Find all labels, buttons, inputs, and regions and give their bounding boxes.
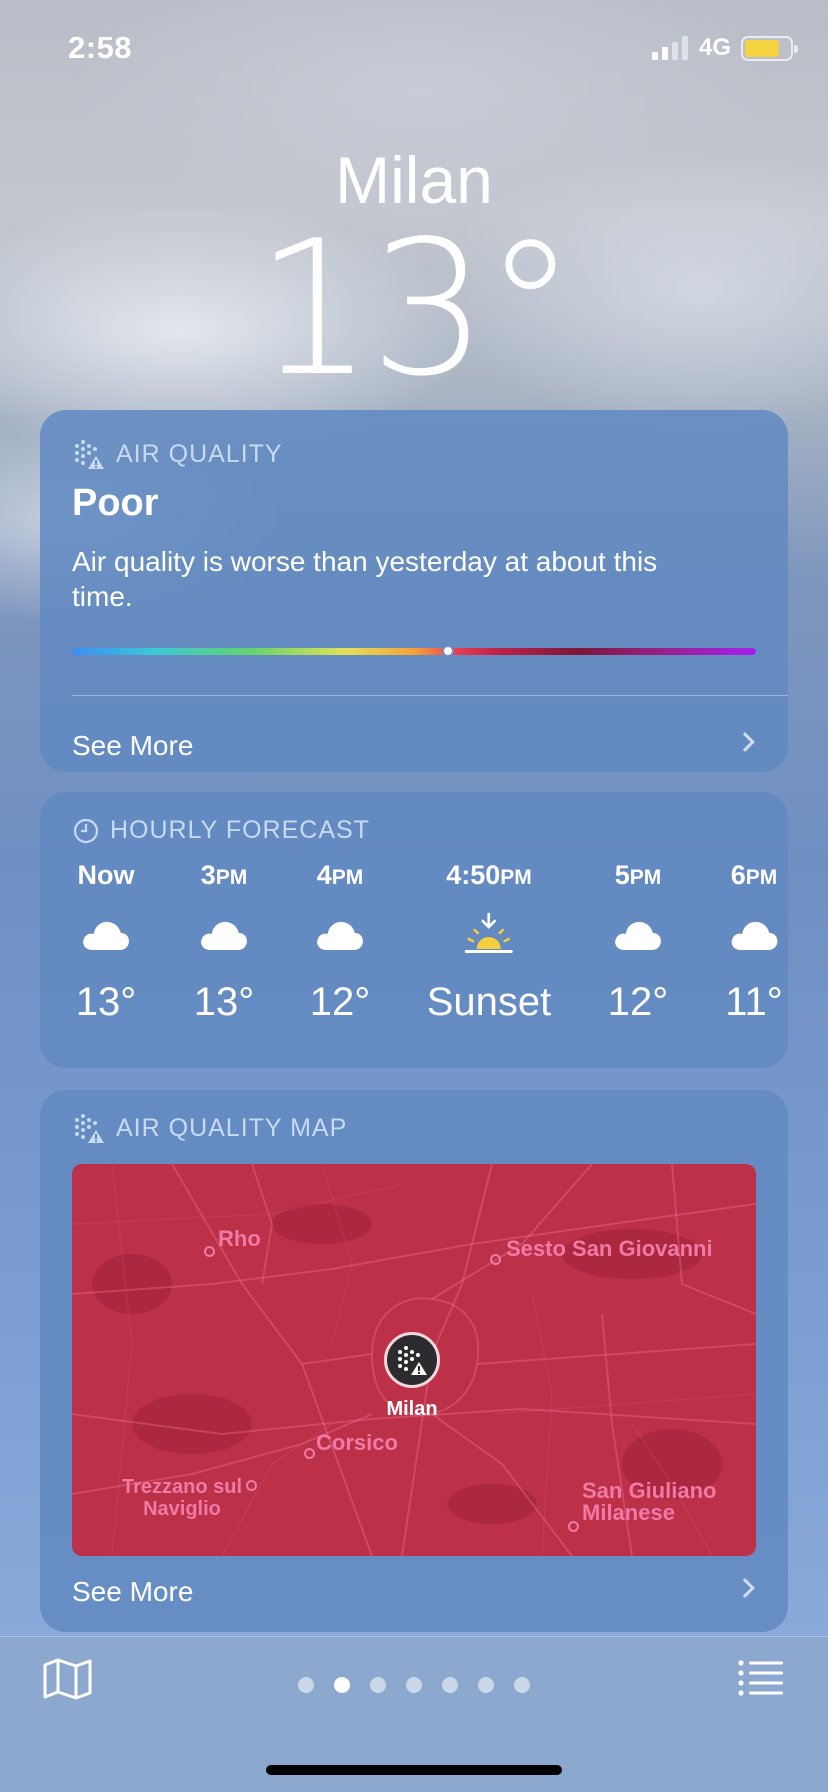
- air-quality-see-more[interactable]: See More: [72, 730, 193, 762]
- bottom-toolbar: [0, 1636, 828, 1792]
- page-dot[interactable]: [478, 1677, 494, 1693]
- place-sesto-san-giovanni: Sesto San Giovanni: [506, 1236, 713, 1261]
- page-dot[interactable]: [334, 1677, 350, 1693]
- cellular-signal-icon: [652, 36, 688, 60]
- place-marker: [490, 1254, 501, 1265]
- chevron-right-icon: [735, 1578, 755, 1598]
- network-type: 4G: [699, 34, 732, 61]
- cloud-icon: [310, 894, 371, 974]
- hourly-forecast-item: 6PM 11°: [725, 860, 783, 1025]
- hourly-forecast-item: 3PM 13°: [194, 860, 255, 1025]
- cloud-icon: [608, 894, 669, 974]
- status-bar: 2:58 4G: [0, 0, 828, 100]
- clock-icon: [73, 818, 99, 843]
- hourly-forecast-item: 4:50PM Sunset: [427, 860, 552, 1025]
- divider: [72, 695, 788, 696]
- air-quality-status: Poor: [72, 482, 159, 524]
- place-san-giuliano-milanese: San Giuliano Milanese: [582, 1478, 717, 1525]
- hour-time: 3PM: [200, 860, 248, 890]
- air-quality-description: Air quality is worse than yesterday at a…: [72, 546, 658, 612]
- cloud-icon: [76, 894, 137, 974]
- place-marker: [304, 1448, 315, 1459]
- page-indicator[interactable]: [0, 1677, 828, 1693]
- map-pin-label: Milan: [386, 1398, 438, 1420]
- hour-time: 4PM: [316, 860, 364, 890]
- page-dot[interactable]: [514, 1677, 530, 1693]
- place-marker: [246, 1480, 257, 1491]
- air-quality-map[interactable]: Rho Sesto San Giovanni Corsico Trezzano …: [72, 1164, 756, 1556]
- air-quality-indicator: [442, 645, 455, 657]
- place-marker: [568, 1521, 579, 1532]
- page-dot[interactable]: [298, 1677, 314, 1693]
- hourly-forecast-item: 5PM 12°: [608, 860, 669, 1025]
- hour-time: 5PM: [614, 860, 662, 890]
- hourly-forecast-item: 4PM 12°: [310, 860, 371, 1025]
- hour-value: 12°: [607, 980, 669, 1024]
- air-quality-map-see-more[interactable]: See More: [72, 1576, 193, 1608]
- place-marker: [204, 1246, 215, 1257]
- place-trezzano-sul-naviglio: Trezzano sul Naviglio: [121, 1476, 243, 1520]
- chevron-right-icon: [735, 732, 755, 752]
- air-quality-title: AIR QUALITY: [116, 439, 283, 468]
- hourly-forecast-list[interactable]: Now 13° 3PM 13° 4PM 12° 4:50PM Sunset 5PM 12° 6PM 1…: [40, 860, 788, 1060]
- air-quality-card[interactable]: AIR QUALITY Poor Air quality is worse th…: [40, 410, 788, 772]
- place-rho: Rho: [218, 1226, 261, 1251]
- air-quality-icon: [398, 1346, 427, 1375]
- air-quality-map-header: AIR QUALITY MAP: [72, 1112, 347, 1144]
- hour-time: 6PM: [730, 860, 778, 890]
- air-quality-header: AIR QUALITY: [72, 438, 283, 470]
- hour-value: 11°: [725, 980, 783, 1024]
- air-quality-icon: [75, 1114, 104, 1143]
- air-quality-map-title: AIR QUALITY MAP: [116, 1113, 348, 1142]
- air-quality-scale: [72, 648, 756, 655]
- place-corsico: Corsico: [316, 1430, 398, 1455]
- hour-value: 13°: [193, 980, 255, 1024]
- page-dot[interactable]: [370, 1677, 386, 1693]
- battery-icon: [741, 36, 798, 61]
- map-location-pin[interactable]: [384, 1332, 440, 1388]
- hour-value: 13°: [75, 980, 137, 1024]
- hourly-forecast-title: HOURLY FORECAST: [110, 816, 370, 844]
- cloud-icon: [725, 894, 783, 974]
- home-indicator: [266, 1765, 562, 1775]
- page-dot[interactable]: [406, 1677, 422, 1693]
- sunset-icon: [427, 894, 552, 974]
- hour-time: 4:50PM: [446, 860, 532, 890]
- status-time: 2:58: [68, 30, 133, 65]
- cloud-icon: [194, 894, 255, 974]
- hourly-forecast-item: Now 13°: [76, 860, 137, 1025]
- air-quality-icon: [75, 440, 104, 469]
- air-quality-map-card[interactable]: AIR QUALITY MAP Rho Sesto San Giovanni C…: [40, 1090, 788, 1632]
- hourly-forecast-card[interactable]: HOURLY FORECAST Now 13° 3PM 13° 4PM 12° 4:50PM…: [40, 792, 788, 1068]
- hourly-forecast-header: HOURLY FORECAST: [72, 816, 370, 845]
- hour-value: 12°: [309, 980, 371, 1024]
- hour-time: Now: [77, 860, 135, 890]
- page-dot[interactable]: [442, 1677, 458, 1693]
- list-icon[interactable]: [738, 1659, 784, 1697]
- hour-value: Sunset: [426, 980, 552, 1024]
- current-temperature: 13°: [255, 200, 577, 417]
